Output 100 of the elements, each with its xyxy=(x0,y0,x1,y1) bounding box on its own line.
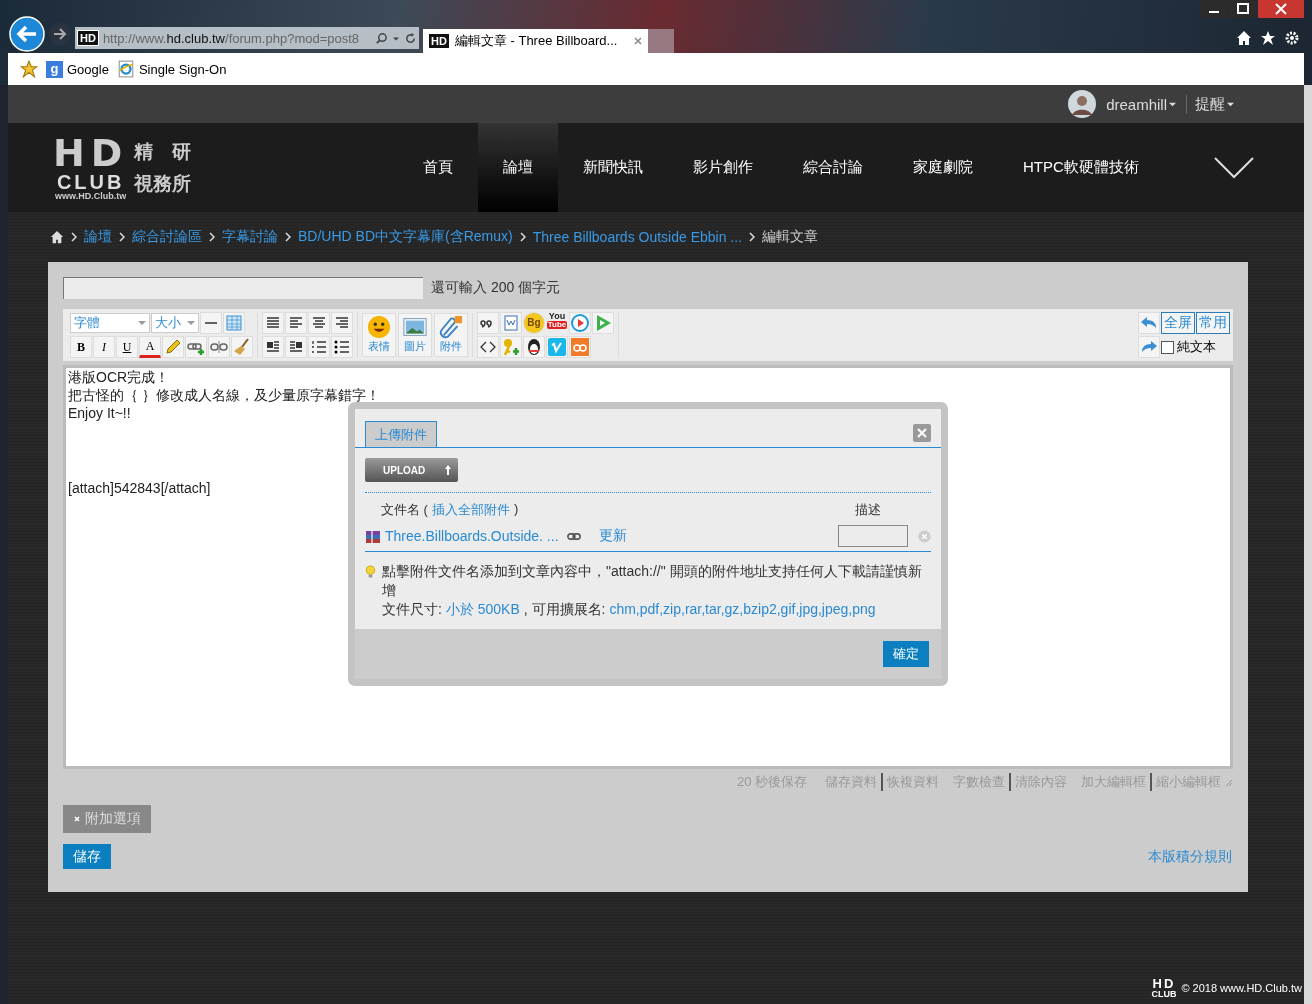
broom-icon[interactable] xyxy=(231,336,253,358)
common-button[interactable]: 常用 xyxy=(1196,312,1230,334)
breadcrumb-link[interactable]: 論壇 xyxy=(84,228,112,246)
close-icon[interactable] xyxy=(913,424,931,442)
star-icon[interactable] xyxy=(1260,30,1276,46)
size-select[interactable]: 大小 xyxy=(151,313,199,333)
redo-icon[interactable] xyxy=(1138,336,1160,358)
play-icon[interactable] xyxy=(592,312,614,334)
plain-text-checkbox[interactable] xyxy=(1161,340,1174,354)
smiley-icon xyxy=(366,315,392,339)
align-icon[interactable] xyxy=(331,312,353,334)
avatar-icon[interactable] xyxy=(1068,90,1097,118)
breadcrumb-link[interactable]: Three Billboards Outside Ebbin ... xyxy=(532,229,743,245)
close-icon[interactable] xyxy=(1258,0,1304,18)
video-logo-icon[interactable] xyxy=(569,336,591,358)
tip-text: 點擊附件文件名添加到文章內容中，"attach://" 開頭的附件地址支持任何人下載請謹慎新增 xyxy=(381,562,923,600)
insert-button[interactable]: 表情 xyxy=(362,313,396,357)
close-icon[interactable] xyxy=(633,36,643,46)
settings-icon[interactable] xyxy=(1284,30,1300,46)
url-text: http://www.hd.club.tw/forum.php?mod=post8 xyxy=(102,30,361,46)
nav-tab[interactable]: 首頁 xyxy=(398,123,478,212)
nav-tab[interactable]: 論壇 xyxy=(478,123,558,212)
alerts-menu[interactable]: 提醒 xyxy=(1186,94,1234,114)
scrollbar[interactable] xyxy=(1304,85,1312,1004)
fullscreen-button[interactable]: 全屏 xyxy=(1161,312,1195,334)
nav-tab[interactable]: HTPC軟硬體技術 xyxy=(998,123,1164,212)
nav-tab[interactable]: 新聞快訊 xyxy=(558,123,668,212)
footer-logo: HD CLUB xyxy=(1151,977,1177,999)
caret-icon xyxy=(1169,100,1176,108)
address-bar[interactable]: HD http://www.hd.club.tw/forum.php?mod=post8 xyxy=(75,27,419,49)
nav-tab[interactable]: 綜合討論 xyxy=(778,123,888,212)
insert-button[interactable]: 圖片 xyxy=(398,313,432,357)
link-icon[interactable] xyxy=(566,531,581,541)
extra-options-button[interactable]: 附加選項 xyxy=(63,805,151,833)
update-link[interactable]: 更新 xyxy=(598,527,627,545)
browser-tab[interactable]: HD 編輯文章 - Three Billboard... xyxy=(423,29,648,53)
search-icon[interactable] xyxy=(375,31,388,45)
chevron-right-icon xyxy=(119,232,125,242)
penguin-icon[interactable] xyxy=(523,336,545,358)
character-counter: 還可輸入 200 個字元 xyxy=(431,279,561,297)
attachment-link[interactable]: Three.Billboards.Outside. ... xyxy=(385,528,559,544)
float-left-icon[interactable] xyxy=(262,336,284,358)
insert-button[interactable]: 附件 xyxy=(434,313,468,357)
star-icon[interactable] xyxy=(20,60,38,78)
unlink-icon[interactable] xyxy=(208,336,230,358)
breadcrumb-link[interactable]: 綜合討論區 xyxy=(132,228,202,246)
insert-all-link[interactable]: 插入全部附件 xyxy=(431,501,510,519)
format-key[interactable]: A xyxy=(139,336,161,358)
extensions-list: chm,pdf,zip,rar,tar,gz,bzip2,gif,jpg,jpeg,png xyxy=(609,600,876,619)
archive-books-icon xyxy=(365,528,381,544)
chevron-down-icon[interactable] xyxy=(1214,156,1254,179)
home-icon[interactable] xyxy=(50,230,64,244)
copyright-text: © 2018 www.HD.Club.tw xyxy=(1181,982,1302,994)
confirm-button[interactable]: 確定 xyxy=(883,641,929,667)
paperclip-icon xyxy=(438,315,464,339)
numbered-list-icon[interactable] xyxy=(308,336,330,358)
resize-grip-icon[interactable] xyxy=(1223,777,1233,787)
play-circle-icon[interactable] xyxy=(569,312,591,334)
format-key[interactable]: B xyxy=(70,336,92,358)
badge-icon[interactable]: Bg xyxy=(523,312,545,334)
quote-icon[interactable] xyxy=(477,312,499,334)
align-icon[interactable] xyxy=(308,312,330,334)
format-key[interactable]: I xyxy=(93,336,115,358)
logo-text[interactable]: HD xyxy=(53,134,129,172)
home-icon[interactable] xyxy=(1236,30,1252,46)
align-icon[interactable] xyxy=(262,312,284,334)
float-right-icon[interactable] xyxy=(285,336,307,358)
undo-icon[interactable] xyxy=(1138,312,1160,334)
chevron-right-icon xyxy=(285,232,291,242)
username-menu[interactable]: dreamhill xyxy=(1106,95,1176,113)
minimize-icon[interactable] xyxy=(1200,0,1228,18)
nav-tab[interactable]: 家庭劇院 xyxy=(888,123,998,212)
tab-favicon: HD xyxy=(428,33,450,49)
editor-text-line: 港版OCR完成！ xyxy=(68,368,171,386)
refresh-icon[interactable] xyxy=(404,31,417,45)
chevron-right-icon xyxy=(71,232,77,242)
add-link-icon[interactable] xyxy=(185,336,207,358)
close-icon xyxy=(73,815,81,823)
favorite-link[interactable]: g Google xyxy=(46,60,109,78)
breadcrumb-current: 編輯文章 xyxy=(762,228,819,246)
nav-tab[interactable]: 影片創作 xyxy=(668,123,778,212)
maximize-icon[interactable] xyxy=(1229,0,1257,18)
favorite-link[interactable]: Single Sign-On xyxy=(116,60,227,78)
breadcrumb-link[interactable]: 字幕討論 xyxy=(222,228,278,246)
save-button[interactable]: 儲存 xyxy=(63,844,111,869)
subject-input[interactable] xyxy=(63,277,423,299)
code-icon[interactable] xyxy=(477,336,499,358)
editor-text-line: 把古怪的｛ ｝修改成人名線，及少量原字幕錯字！ xyxy=(68,386,381,404)
logo-tagline: 視務所 xyxy=(134,171,192,196)
google-icon: g xyxy=(46,60,63,78)
bullet-list-icon[interactable] xyxy=(331,336,353,358)
breadcrumb-link[interactable]: BD/UHD BD中文字幕庫(含Remux) xyxy=(298,228,513,246)
column-header: 描述 xyxy=(855,501,881,519)
description-input[interactable] xyxy=(838,525,908,547)
format-key[interactable]: U xyxy=(116,336,138,358)
logo-text[interactable]: CLUB xyxy=(56,172,125,192)
upload-arrow-icon xyxy=(444,464,452,476)
upload-button[interactable]: UPLOAD xyxy=(365,458,458,482)
align-icon[interactable] xyxy=(285,312,307,334)
font-select[interactable]: 字體 xyxy=(70,313,150,333)
